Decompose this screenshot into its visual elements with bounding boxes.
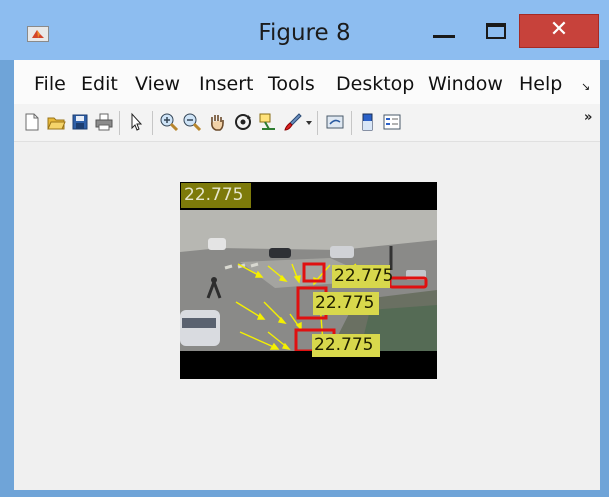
menu-bar: File Edit View Insert Tools Desktop Wind… bbox=[14, 60, 600, 104]
title-bar[interactable]: Figure 8 ✕ bbox=[0, 0, 609, 60]
toolbar-separator bbox=[351, 111, 352, 135]
new-figure-icon[interactable] bbox=[22, 112, 42, 132]
frame-time-label: 22.775 bbox=[181, 183, 251, 208]
pan-hand-icon[interactable] bbox=[207, 112, 227, 132]
figure-client-area: File Edit View Insert Tools Desktop Wind… bbox=[14, 60, 600, 490]
brush-icon[interactable] bbox=[283, 112, 303, 132]
track-label: 22.775 bbox=[332, 265, 394, 288]
rotate-3d-icon[interactable] bbox=[233, 112, 253, 132]
track-label: 22.775 bbox=[313, 292, 379, 315]
figure-axes[interactable]: 22.775 22.775 22.775 22.775 bbox=[180, 182, 437, 379]
figure-toolbar: » bbox=[14, 104, 600, 142]
minimize-button[interactable] bbox=[425, 14, 463, 48]
menu-insert[interactable]: Insert bbox=[199, 73, 254, 95]
print-icon[interactable] bbox=[94, 112, 114, 132]
menu-tools[interactable]: Tools bbox=[268, 73, 315, 95]
maximize-icon bbox=[486, 23, 506, 39]
save-icon[interactable] bbox=[70, 112, 90, 132]
open-file-icon[interactable] bbox=[46, 112, 66, 132]
track-label: 22.775 bbox=[312, 334, 380, 357]
menu-edit[interactable]: Edit bbox=[81, 73, 118, 95]
zoom-in-icon[interactable] bbox=[159, 112, 179, 132]
menu-view[interactable]: View bbox=[135, 73, 180, 95]
legend-icon[interactable] bbox=[382, 112, 402, 132]
toolbar-separator bbox=[119, 111, 120, 135]
menu-desktop[interactable]: Desktop bbox=[336, 73, 414, 95]
video-frame bbox=[180, 210, 437, 353]
toolbar-overflow-icon[interactable]: » bbox=[584, 110, 592, 125]
minimize-icon bbox=[433, 35, 455, 38]
toolbar-separator bbox=[152, 111, 153, 135]
figure-window: Figure 8 ✕ File Edit View Insert Tools D… bbox=[0, 0, 609, 497]
select-arrow-icon[interactable] bbox=[126, 112, 146, 132]
zoom-out-icon[interactable] bbox=[182, 112, 202, 132]
menu-help[interactable]: Help bbox=[519, 73, 562, 95]
toolbar-separator bbox=[317, 111, 318, 135]
maximize-button[interactable] bbox=[478, 14, 516, 48]
window-title: Figure 8 bbox=[258, 20, 351, 46]
menu-window[interactable]: Window bbox=[428, 73, 503, 95]
close-icon: ✕ bbox=[549, 17, 569, 42]
colorbar-icon[interactable] bbox=[357, 112, 377, 132]
link-plot-icon[interactable] bbox=[325, 112, 345, 132]
brush-dropdown-icon[interactable] bbox=[305, 112, 313, 132]
menu-file[interactable]: File bbox=[34, 73, 66, 95]
close-button[interactable]: ✕ bbox=[519, 14, 599, 48]
data-cursor-icon[interactable] bbox=[257, 112, 277, 132]
menu-overflow-icon[interactable]: ↘ bbox=[581, 80, 590, 93]
